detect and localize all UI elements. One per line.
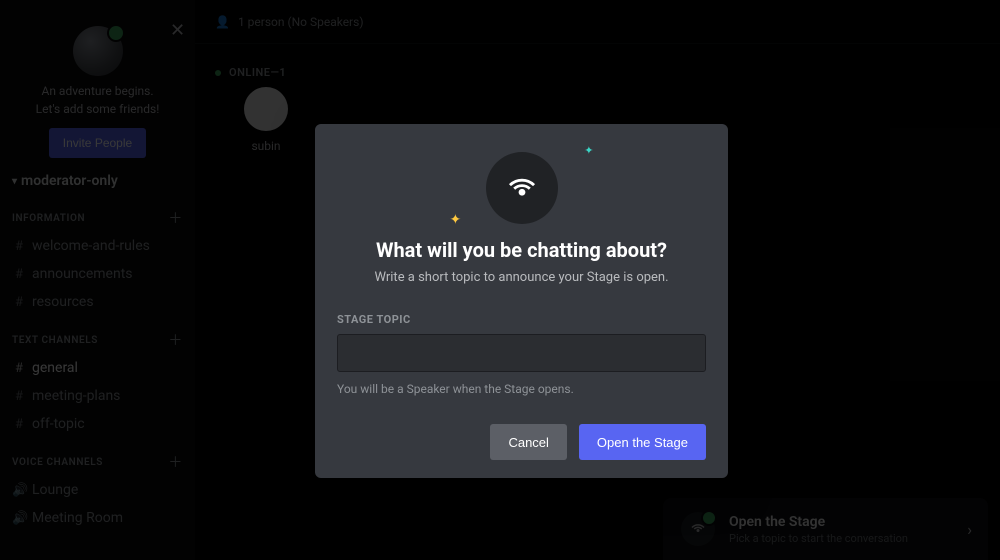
open-the-stage-button[interactable]: Open the Stage — [579, 424, 706, 460]
stage-icon — [486, 152, 558, 224]
stage-topic-hint: You will be a Speaker when the Stage ope… — [337, 382, 706, 396]
modal-subtitle: Write a short topic to announce your Sta… — [337, 270, 706, 285]
modal-title: What will you be chatting about? — [337, 238, 706, 262]
cancel-button[interactable]: Cancel — [490, 424, 566, 460]
modal-actions: Cancel Open the Stage — [337, 424, 706, 460]
stage-topic-label: STAGE TOPIC — [337, 313, 706, 326]
stage-topic-input[interactable] — [337, 334, 706, 372]
sparkle-icon: ✦ — [584, 144, 593, 157]
stage-topic-modal: ✦ ✦ What will you be chatting about? Wri… — [315, 124, 728, 478]
sparkle-icon: ✦ — [450, 212, 462, 228]
